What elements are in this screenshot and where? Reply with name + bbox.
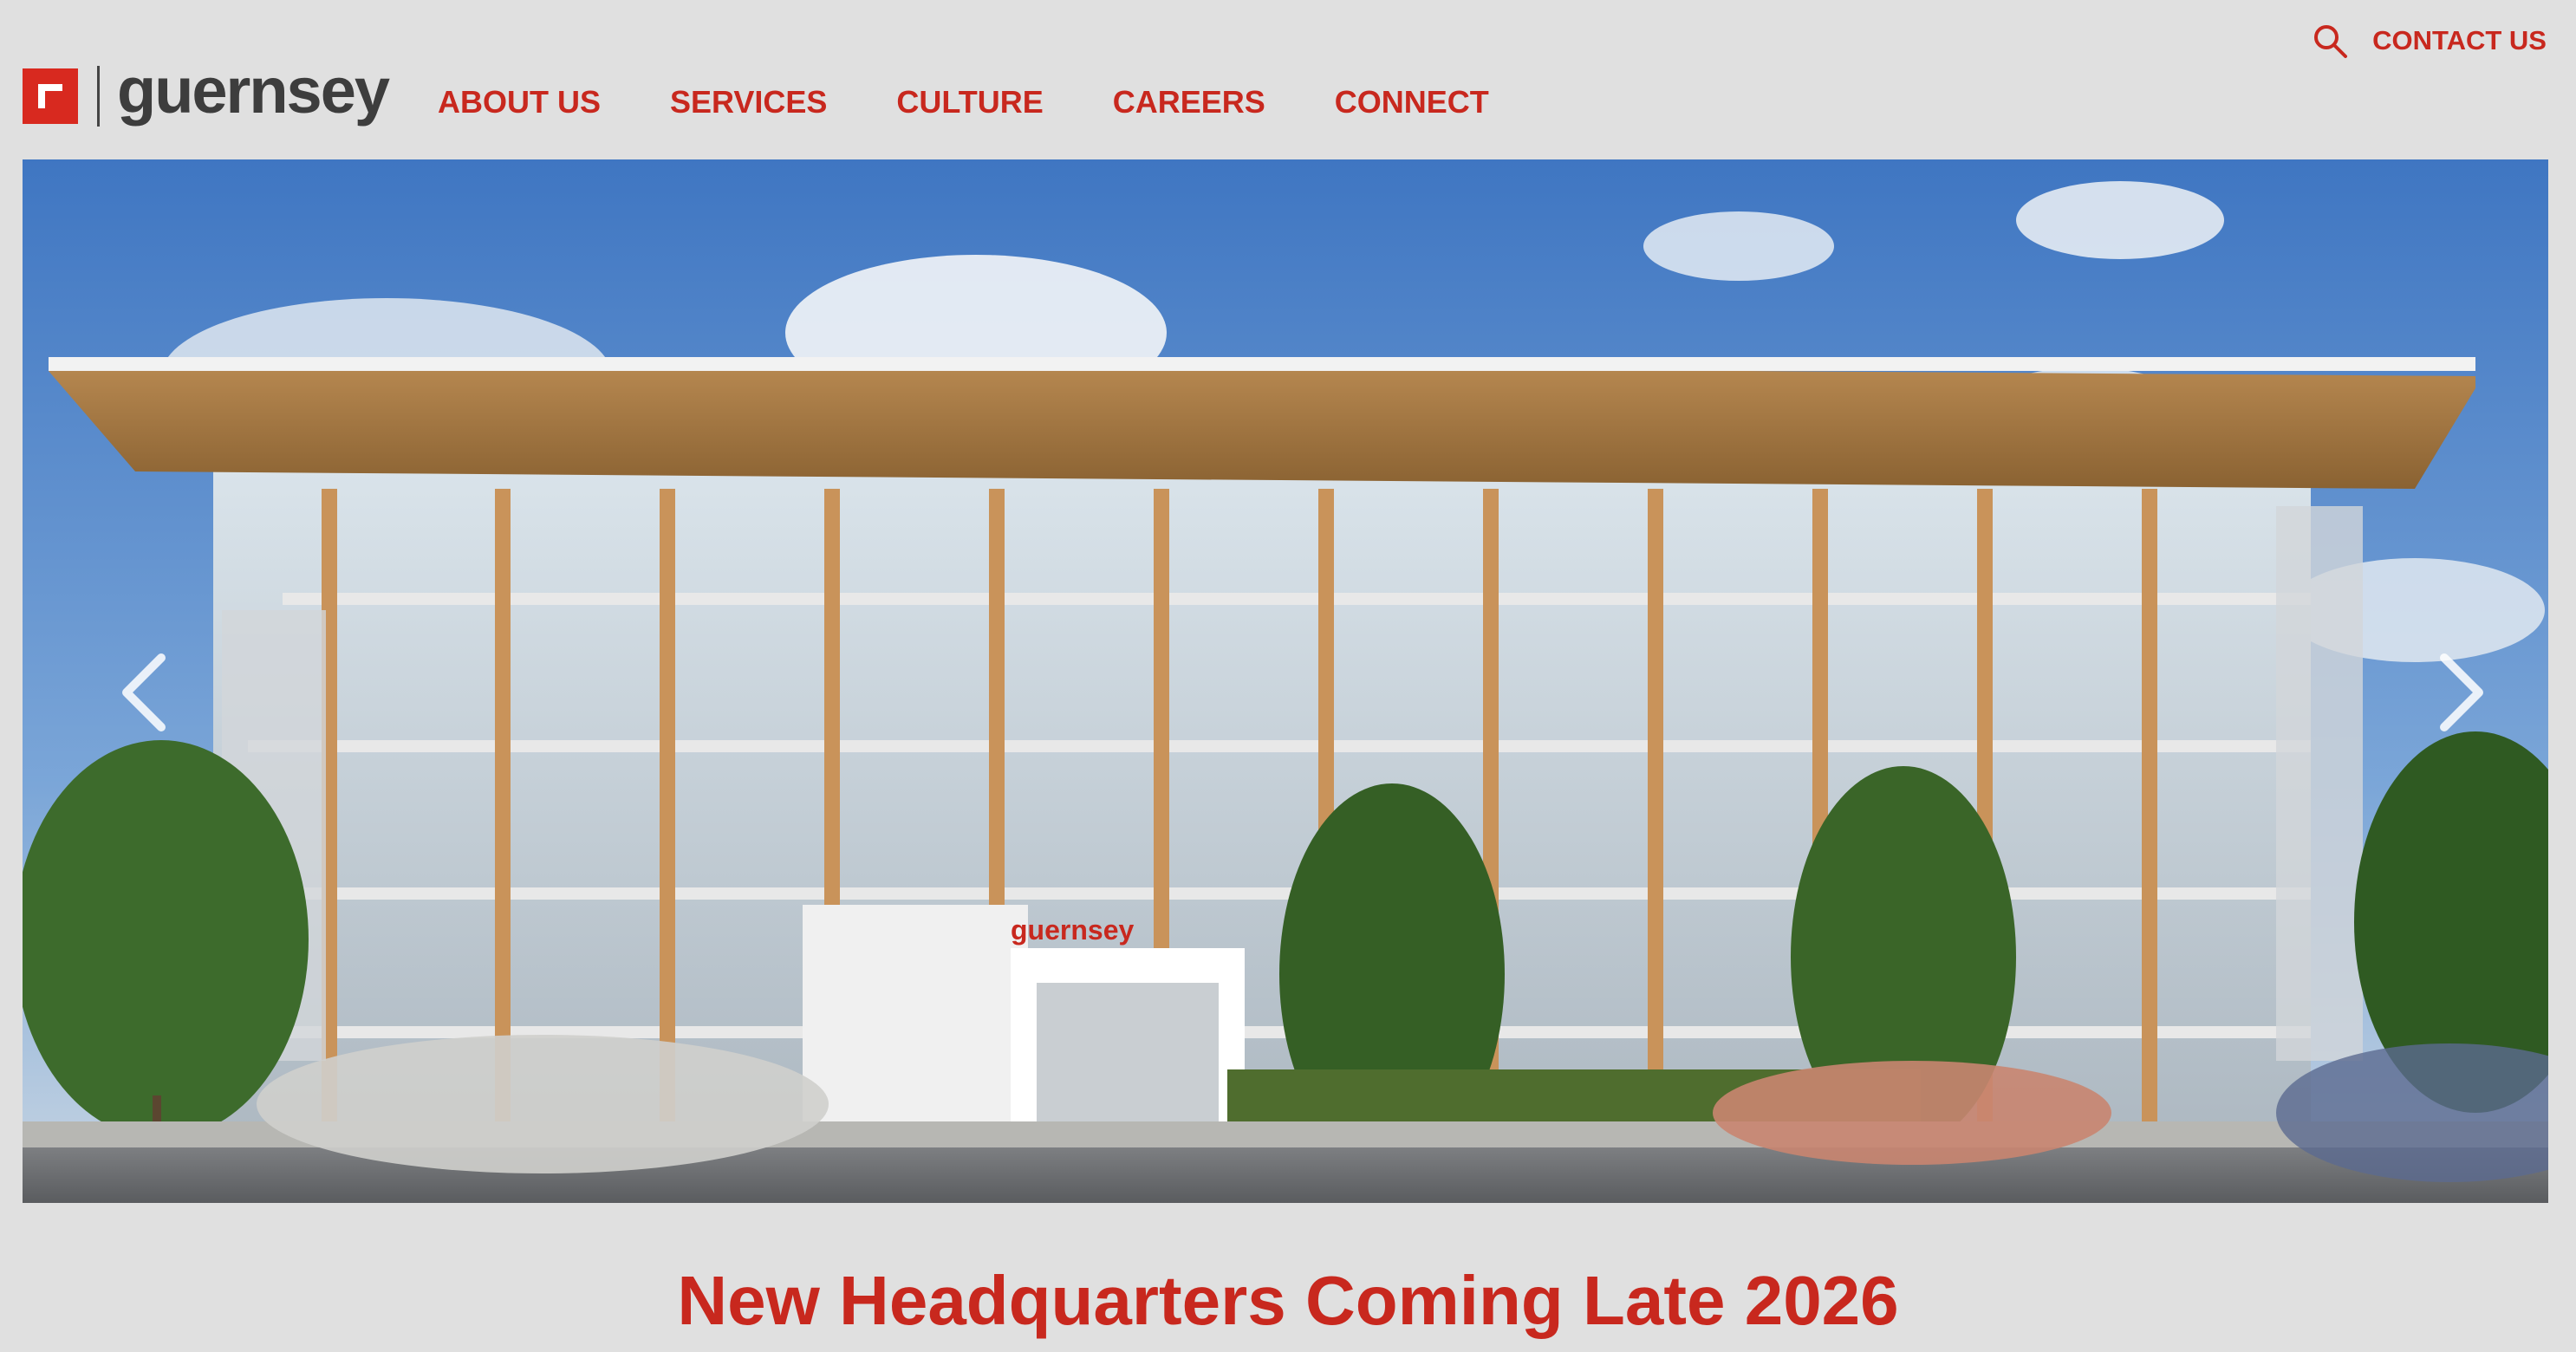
- carousel-next-button[interactable]: [2427, 645, 2496, 740]
- search-icon[interactable]: [2312, 23, 2348, 59]
- contact-us-link[interactable]: CONTACT US: [2372, 25, 2547, 56]
- hero-image: guernsey: [23, 159, 2548, 1203]
- chevron-left-icon: [122, 653, 166, 731]
- utility-nav: CONTACT US: [2312, 23, 2547, 59]
- main-nav: ABOUT US SERVICES CULTURE CAREERS CONNEC…: [438, 84, 1558, 120]
- logo-mark-icon: [23, 68, 78, 124]
- brand-logo[interactable]: guernsey: [23, 59, 390, 127]
- nav-services[interactable]: SERVICES: [670, 84, 827, 120]
- logo-divider: [97, 66, 100, 127]
- nav-culture[interactable]: CULTURE: [896, 84, 1043, 120]
- nav-connect[interactable]: CONNECT: [1335, 84, 1489, 120]
- nav-careers[interactable]: CAREERS: [1113, 84, 1265, 120]
- hero-carousel: guernsey: [23, 159, 2548, 1203]
- page-headline: New Headquarters Coming Late 2026: [677, 1262, 1899, 1339]
- carousel-prev-button[interactable]: [109, 645, 179, 740]
- chevron-right-icon: [2440, 653, 2483, 731]
- brand-name: guernsey: [117, 55, 390, 127]
- building-sign: guernsey: [1011, 914, 1134, 946]
- nav-about-us[interactable]: ABOUT US: [438, 84, 601, 120]
